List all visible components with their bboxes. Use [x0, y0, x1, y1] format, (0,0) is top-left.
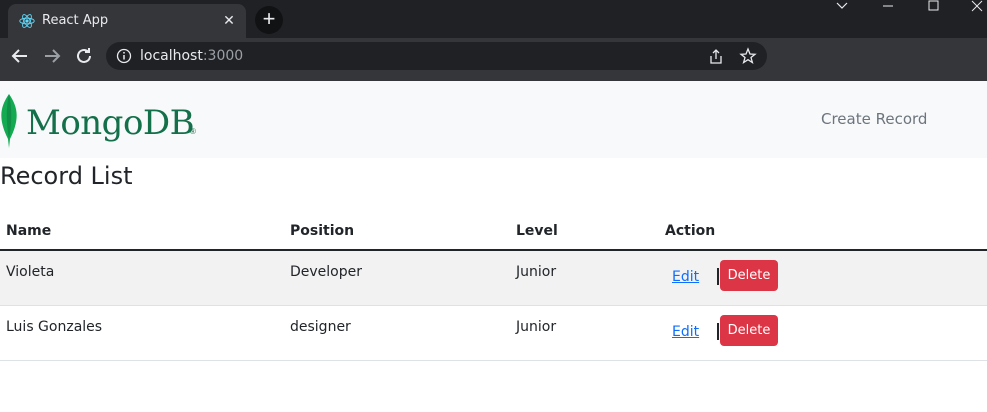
page-title: Record List: [0, 162, 133, 190]
delete-button[interactable]: Delete: [720, 314, 778, 346]
bookmark-star-icon[interactable]: [739, 47, 757, 65]
create-record-link[interactable]: Create Record: [821, 110, 927, 128]
address-bar[interactable]: localhost:3000: [106, 42, 767, 70]
cell-level: Junior: [510, 250, 659, 306]
action-divider: [717, 322, 719, 340]
url-host: localhost: [140, 48, 203, 64]
close-icon[interactable]: ✕: [220, 11, 238, 29]
row-actions: Edit Delete: [665, 260, 981, 294]
app-navbar: MongoDB ® Create Record: [0, 81, 987, 158]
url-text: localhost:3000: [140, 48, 243, 64]
back-arrow-icon[interactable]: [8, 44, 32, 68]
header-position: Position: [284, 212, 510, 251]
browser-tabstrip: React App ✕ +: [0, 0, 987, 38]
new-tab-button[interactable]: +: [255, 6, 283, 34]
brand-text: MongoDB: [26, 103, 195, 143]
header-action: Action: [659, 212, 987, 251]
records-table: Name Position Level Action Violeta Devel…: [0, 212, 987, 361]
mongodb-logo[interactable]: MongoDB ®: [0, 93, 208, 149]
table-header-row: Name Position Level Action: [0, 212, 987, 251]
tab-title: React App: [42, 13, 109, 28]
cell-level: Junior: [510, 305, 659, 361]
url-port: :3000: [202, 48, 244, 64]
table-row: Violeta Developer Junior Edit Delete: [0, 250, 987, 306]
react-icon: [19, 14, 35, 28]
row-actions: Edit Delete: [665, 314, 981, 349]
header-level: Level: [510, 212, 659, 251]
mongodb-leaf-icon: [1, 94, 17, 148]
info-icon[interactable]: [116, 48, 132, 64]
cell-position: designer: [284, 305, 510, 361]
header-name: Name: [0, 212, 284, 251]
table-row: Luis Gonzales designer Junior Edit Delet…: [0, 305, 987, 361]
reload-icon[interactable]: [72, 44, 96, 68]
delete-button[interactable]: Delete: [720, 260, 778, 291]
edit-link[interactable]: Edit: [672, 324, 699, 340]
forward-arrow-icon[interactable]: [40, 44, 64, 68]
cell-actions: Edit Delete: [659, 305, 987, 361]
maximize-icon[interactable]: [912, 0, 956, 14]
browser-toolbar: localhost:3000: [0, 38, 987, 74]
browser-tab[interactable]: React App ✕: [8, 4, 246, 38]
cell-name: Luis Gonzales: [0, 305, 284, 361]
minimize-icon[interactable]: [866, 0, 910, 14]
cell-position: Developer: [284, 250, 510, 306]
cell-name: Violeta: [0, 250, 284, 306]
toolbar-divider: [0, 74, 987, 81]
cell-actions: Edit Delete: [659, 250, 987, 306]
edit-link[interactable]: Edit: [672, 269, 699, 285]
share-icon[interactable]: [707, 48, 725, 66]
close-window-icon[interactable]: [955, 0, 987, 14]
action-divider: [717, 268, 719, 285]
chevron-down-icon[interactable]: [820, 0, 864, 14]
registered-mark: ®: [190, 127, 196, 136]
